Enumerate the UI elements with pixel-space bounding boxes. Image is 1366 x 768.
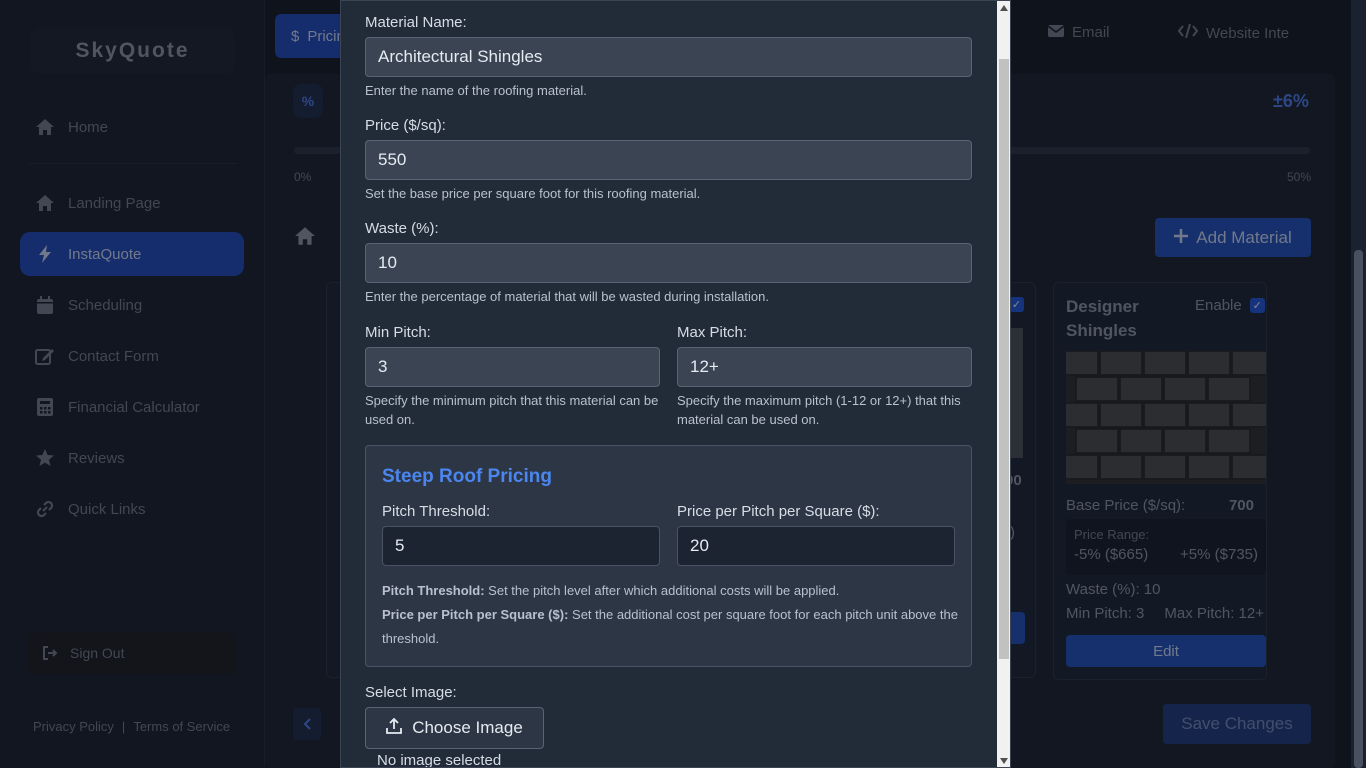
- price-per-pitch-note: Price per Pitch per Square ($): Set the …: [382, 603, 962, 651]
- max-pitch-help: Specify the maximum pitch (1-12 or 12+) …: [677, 393, 961, 427]
- choose-image-button[interactable]: Choose Image: [365, 707, 544, 749]
- select-image-label: Select Image:: [365, 684, 457, 701]
- max-pitch-input[interactable]: 12+: [677, 347, 972, 387]
- price-help: Set the base price per square foot for t…: [365, 186, 701, 201]
- max-pitch-label: Max Pitch:: [677, 324, 748, 341]
- upload-icon: [386, 717, 403, 739]
- min-pitch-input[interactable]: 3: [365, 347, 660, 387]
- min-pitch-label: Min Pitch:: [365, 324, 431, 341]
- price-label: Price ($/sq):: [365, 117, 446, 134]
- note-text: Set the pitch level after which addition…: [484, 583, 840, 598]
- steep-roof-title: Steep Roof Pricing: [382, 466, 552, 487]
- steep-roof-pricing-section: Steep Roof Pricing Pitch Threshold: 5 Pr…: [365, 445, 972, 667]
- edit-material-modal: Material Name: Architectural Shingles En…: [340, 0, 1011, 768]
- price-per-pitch-label: Price per Pitch per Square ($):: [677, 503, 880, 520]
- modal-scrollbar-thumb[interactable]: [999, 59, 1009, 659]
- waste-help: Enter the percentage of material that wi…: [365, 289, 769, 304]
- waste-label: Waste (%):: [365, 220, 439, 237]
- material-name-label: Material Name:: [365, 14, 467, 31]
- material-name-input[interactable]: Architectural Shingles: [365, 37, 972, 77]
- price-per-pitch-input[interactable]: 20: [677, 526, 955, 566]
- pitch-threshold-input[interactable]: 5: [382, 526, 660, 566]
- no-image-text: No image selected: [377, 752, 502, 768]
- choose-image-label: Choose Image: [412, 718, 523, 737]
- page-scrollbar-thumb[interactable]: [1354, 250, 1363, 768]
- material-name-help: Enter the name of the roofing material.: [365, 83, 587, 98]
- scroll-up-arrow-icon[interactable]: [1000, 5, 1008, 11]
- min-pitch-help: Specify the minimum pitch that this mate…: [365, 393, 659, 427]
- scroll-down-arrow-icon[interactable]: [1000, 758, 1008, 764]
- pitch-threshold-note: Pitch Threshold: Set the pitch level aft…: [382, 579, 962, 603]
- price-input[interactable]: 550: [365, 140, 972, 180]
- note-bold: Pitch Threshold:: [382, 583, 485, 598]
- page-scrollbar[interactable]: [1351, 0, 1366, 768]
- modal-scrollbar[interactable]: [997, 1, 1010, 767]
- waste-input[interactable]: 10: [365, 243, 972, 283]
- note-bold: Price per Pitch per Square ($):: [382, 607, 569, 622]
- pitch-threshold-label: Pitch Threshold:: [382, 503, 491, 520]
